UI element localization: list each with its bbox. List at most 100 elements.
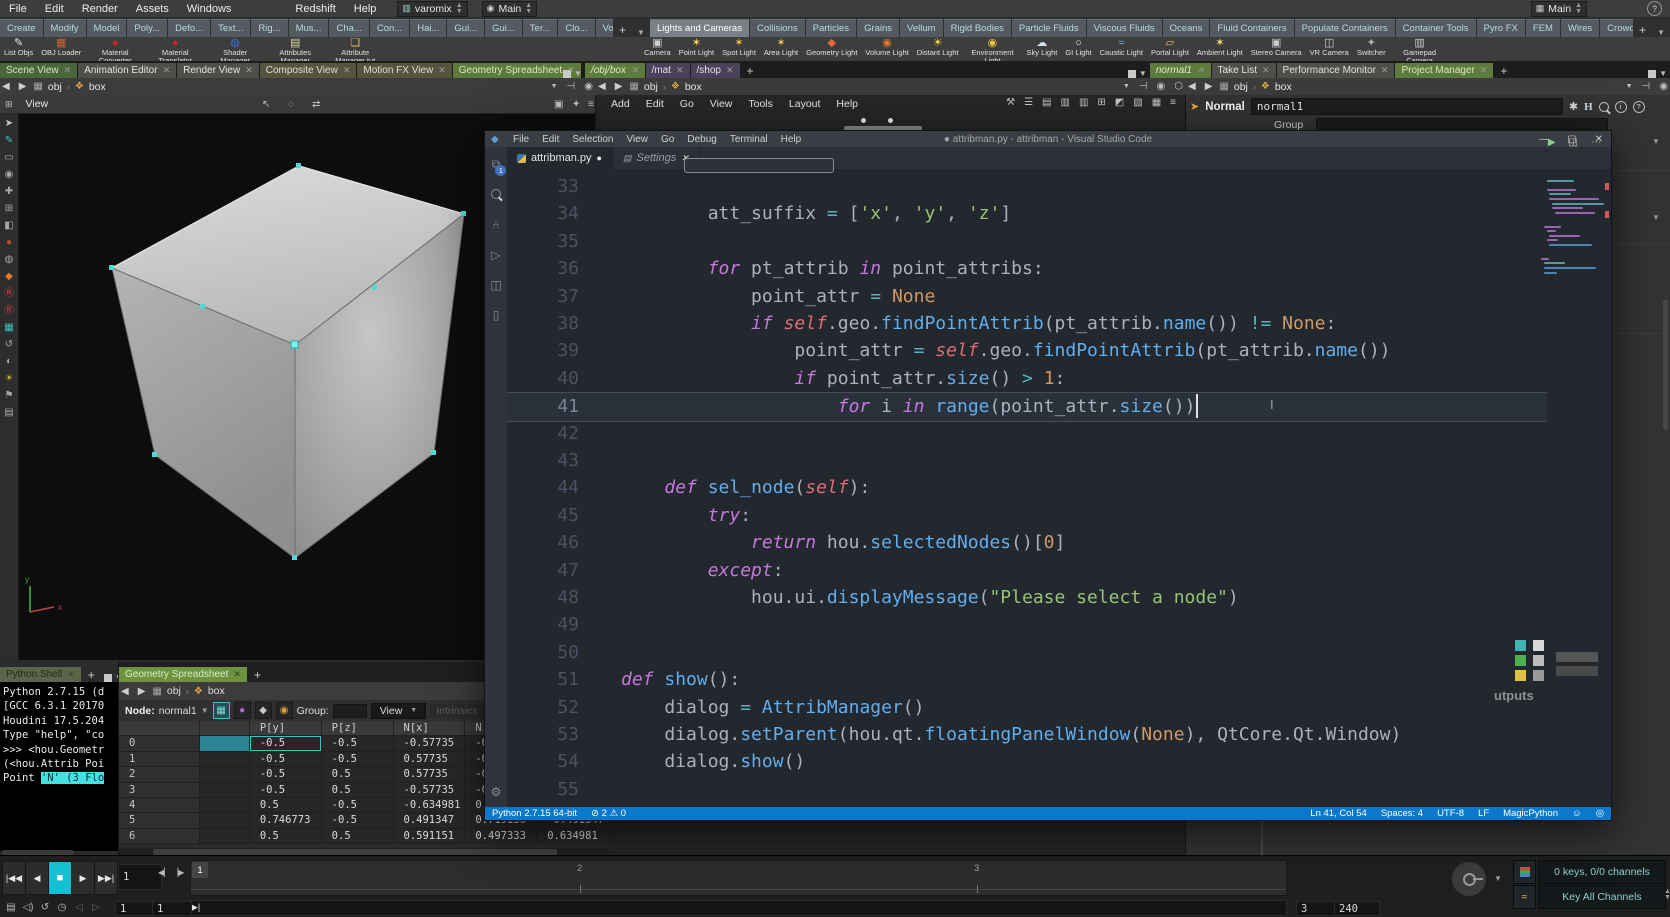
table-cell[interactable]: 0.57735 — [394, 767, 466, 782]
channel-wave-icon[interactable]: ≈ — [1513, 885, 1536, 909]
shelf-tab[interactable]: Hai... — [410, 19, 446, 37]
vscode-editor[interactable]: 3334 att_suffix = ['x', 'y', 'z']3536 fo… — [507, 169, 1611, 807]
status-item[interactable]: Spaces: 4 — [1374, 808, 1430, 819]
shelf-tab[interactable]: Mus... — [289, 19, 329, 37]
network-menu-add[interactable]: Add — [604, 97, 637, 111]
shelf-tool[interactable]: ◫VR Camera — [1306, 37, 1353, 61]
select-tool-icon[interactable]: ↖ — [260, 99, 272, 110]
shelf-tool[interactable]: ◆Geometry Light — [802, 37, 861, 61]
shelf-tool[interactable]: ●Material Converter — [85, 37, 145, 61]
status-item[interactable]: Ln 41, Col 54 — [1303, 808, 1374, 819]
radial-icon[interactable]: ◉ — [1657, 81, 1670, 92]
network-toolbar-icon[interactable]: ⚒ — [1006, 97, 1015, 108]
status-item[interactable]: MagicPython — [1496, 808, 1565, 819]
range-handle-icon[interactable]: ▶| — [191, 902, 200, 913]
row-index[interactable]: 3 — [119, 783, 200, 798]
shelf-add-button[interactable]: + — [613, 23, 632, 37]
vscode-menu-terminal[interactable]: Terminal — [724, 134, 774, 145]
pin-icon[interactable]: ⊣ — [565, 81, 578, 92]
pin-icon[interactable]: ⊣ — [1137, 81, 1150, 92]
shelf-tab[interactable]: Poly... — [127, 19, 167, 37]
cube-icon[interactable]: ⬡ — [1172, 81, 1185, 92]
debug-icon[interactable]: ▷ — [491, 248, 500, 262]
tab-animation-editor[interactable]: Animation Editor✕ — [78, 63, 176, 78]
table-cell[interactable] — [200, 798, 250, 813]
desktop-selector[interactable]: ◉ Main ▲▼ — [482, 1, 538, 17]
tab--mat[interactable]: /mat✕ — [646, 63, 690, 78]
key-all-channels-button[interactable]: Key All Channels — [1538, 885, 1666, 909]
table-cell[interactable]: 0.5 — [322, 783, 394, 798]
network-menu-view[interactable]: View — [703, 97, 740, 111]
shelf-tool[interactable]: ●Material Translator — [145, 37, 205, 61]
tab-performance-monitor[interactable]: Performance Monitor✕ — [1277, 63, 1395, 78]
tab--shop[interactable]: /shop✕ — [691, 63, 740, 78]
current-frame-marker[interactable]: 1 — [192, 862, 208, 878]
tab-normal1[interactable]: normal1✕ — [1150, 63, 1211, 78]
radial-menu-selector[interactable]: ▦ Main ▲▼ — [1531, 1, 1587, 17]
close-icon[interactable]: ✕ — [676, 65, 684, 76]
gear-icon[interactable]: ✱ — [1569, 100, 1578, 113]
column-header[interactable]: P[z] — [322, 721, 394, 736]
breadcrumb-obj[interactable]: obj — [48, 81, 62, 93]
more-actions-icon[interactable]: ⋯ — [1591, 137, 1601, 148]
table-cell[interactable]: 0.5 — [250, 829, 322, 844]
group-field[interactable] — [333, 704, 367, 718]
close-icon[interactable]: ✕ — [726, 65, 734, 76]
menu-render[interactable]: Render — [73, 3, 127, 15]
tab-render-view[interactable]: Render View✕ — [177, 63, 259, 78]
radial-icon[interactable]: ◉ — [582, 81, 595, 92]
menu-edit[interactable]: Edit — [36, 3, 73, 15]
network-toolbar-icon[interactable]: ◩ — [1115, 97, 1124, 108]
intrinsics-dropdown[interactable]: Intrinsics — [430, 704, 483, 718]
table-cell[interactable] — [200, 783, 250, 798]
source-control-icon[interactable]: ⑃ — [492, 218, 499, 232]
breadcrumb-obj[interactable]: obj — [644, 81, 658, 93]
param-help-icon[interactable]: ? — [1633, 101, 1645, 113]
viewport-layout-icon[interactable]: ▣ — [552, 99, 565, 110]
vscode-menu-file[interactable]: File — [507, 134, 535, 145]
back-icon[interactable]: ◀ — [0, 81, 12, 92]
menu-redshift[interactable]: Redshift — [286, 3, 344, 15]
back-icon[interactable]: ◀ — [596, 81, 608, 92]
path-caret-icon[interactable]: ▼ — [549, 83, 560, 90]
network-toolbar-icon[interactable]: ▦ — [1152, 97, 1161, 108]
shelf-tool[interactable]: ▣Stereo Camera — [1247, 37, 1306, 61]
autokey-icon[interactable] — [1513, 860, 1536, 884]
network-menu-edit[interactable]: Edit — [639, 97, 671, 111]
shelf-tab[interactable]: Viscous Fluids — [1087, 19, 1162, 37]
add-tab-button[interactable]: + — [741, 64, 760, 78]
shelf-add-button-2[interactable]: + — [1633, 23, 1652, 37]
play-button[interactable]: ▶ — [71, 861, 95, 895]
shelf-tab[interactable]: Pyro FX — [1477, 19, 1525, 37]
vscode-menu-help[interactable]: Help — [775, 134, 808, 145]
tab-scene-view[interactable]: Scene View✕ — [0, 63, 77, 78]
table-cell[interactable]: -0.5 — [322, 798, 394, 813]
shelf-tool[interactable]: ☀Distant Light — [913, 37, 963, 61]
add-tab-button[interactable]: + — [82, 668, 101, 682]
shelf-tab[interactable]: Vol... — [596, 19, 613, 37]
table-cell[interactable]: 0.491347 — [394, 813, 466, 828]
status-item[interactable]: Python 2.7.15 64-bit — [485, 808, 584, 819]
back-icon[interactable]: ◀ — [1186, 81, 1198, 92]
row-index[interactable]: 2 — [119, 767, 200, 782]
view-dropdown[interactable]: View▼ — [371, 703, 427, 719]
table-cell[interactable] — [200, 829, 250, 844]
run-icon[interactable]: ▶ — [1548, 137, 1556, 148]
table-cell[interactable] — [200, 752, 250, 767]
table-cell[interactable]: -0.5 — [250, 736, 322, 751]
python-shell-console[interactable]: Python 2.7.15 (d[GCC 6.3.1 20170Houdini … — [0, 682, 120, 851]
table-cell[interactable]: -0.57735 — [394, 736, 466, 751]
shelf-tool[interactable]: ❏Attribute Manager tut — [325, 37, 385, 61]
tab-python-shell[interactable]: Python Shell✕ — [0, 667, 81, 682]
forward-icon[interactable]: ▶ — [17, 81, 29, 92]
menu-help[interactable]: Help — [345, 3, 386, 15]
shelf-tool[interactable]: ▱Portal Light — [1147, 37, 1193, 61]
table-cell[interactable]: -0.5 — [250, 767, 322, 782]
editor-tab-attribman-py[interactable]: attribman.py● — [507, 147, 613, 169]
viewport-tool-icon[interactable]: ☀ — [5, 374, 14, 384]
column-header[interactable]: N[x] — [394, 721, 466, 736]
row-index[interactable]: 5 — [119, 813, 200, 828]
breadcrumb-obj[interactable]: obj — [167, 685, 181, 697]
shelf-tool[interactable]: ◉Volume Light — [861, 37, 912, 61]
pane-menu-network[interactable]: ▼ — [560, 69, 585, 78]
